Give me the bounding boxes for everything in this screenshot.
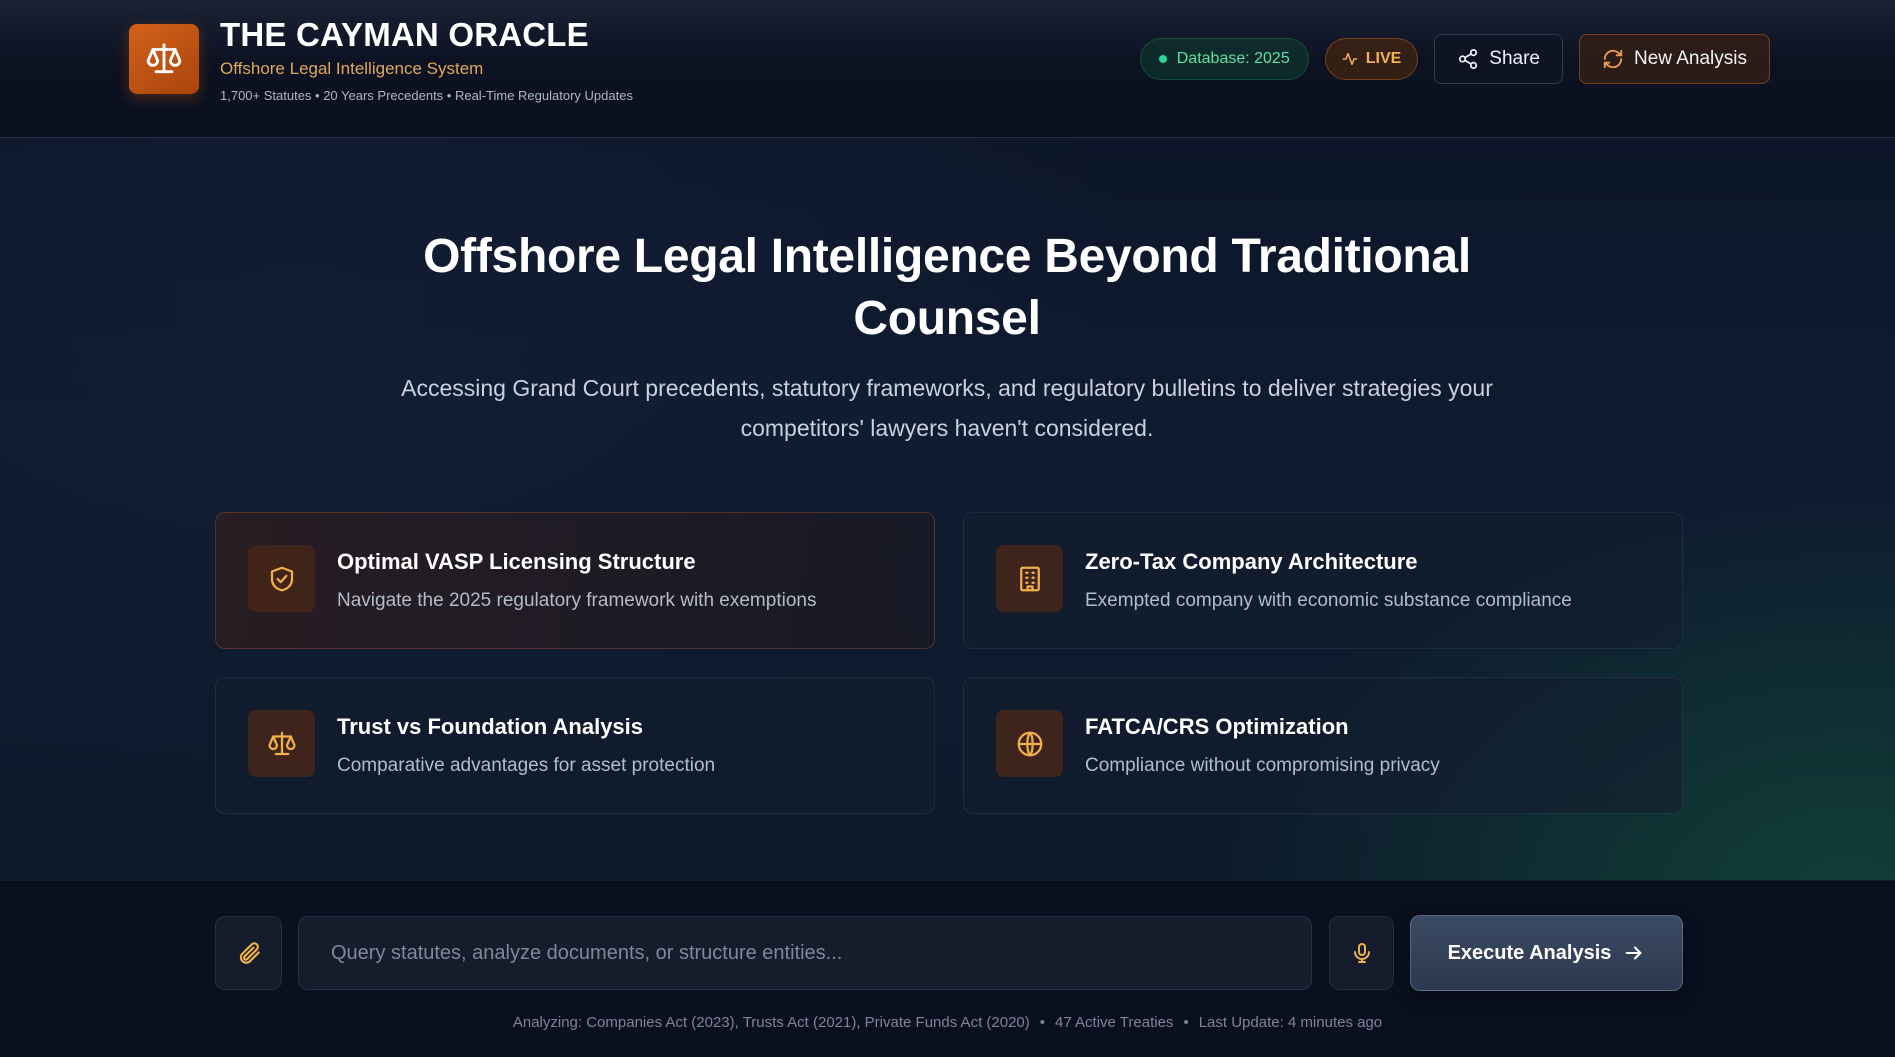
share-icon <box>1457 48 1479 70</box>
status-dot-icon <box>1158 55 1167 63</box>
scales-icon <box>145 40 183 78</box>
card-title: Trust vs Foundation Analysis <box>337 714 644 739</box>
card-title: Optimal VASP Licensing Structure <box>337 549 696 574</box>
card-description: Exempted company with economic substance… <box>1085 590 1572 611</box>
shield-check-icon <box>267 564 297 594</box>
live-badge: LIVE <box>1324 38 1419 80</box>
suggestion-card-fatca-crs[interactable]: FATCA/CRS Optimization Compliance withou… <box>963 677 1683 814</box>
execute-analysis-button[interactable]: Execute Analysis <box>1410 915 1683 991</box>
card-icon-box <box>996 710 1063 777</box>
arrow-right-icon <box>1623 942 1645 964</box>
building-icon <box>1015 564 1045 594</box>
hero-subtitle: Accessing Grand Court precedents, statut… <box>401 375 1493 441</box>
share-button[interactable]: Share <box>1434 34 1563 84</box>
database-badge: Database: 2025 <box>1139 38 1309 80</box>
suggestion-card-trust-foundation[interactable]: Trust vs Foundation Analysis Comparative… <box>215 677 935 814</box>
paperclip-icon <box>236 940 262 966</box>
status-last-update: Last Update: 4 minutes ago <box>1198 1014 1383 1031</box>
app-subtitle: Offshore Legal Intelligence System <box>220 59 484 78</box>
top-header: THE CAYMAN ORACLE Offshore Legal Intelli… <box>0 0 1895 138</box>
card-title: Zero-Tax Company Architecture <box>1085 549 1418 574</box>
card-title: FATCA/CRS Optimization <box>1085 714 1349 739</box>
status-line: Analyzing: Companies Act (2023), Trusts … <box>0 1014 1895 1031</box>
microphone-icon <box>1350 941 1374 965</box>
scales-icon <box>267 729 297 759</box>
query-input[interactable] <box>298 916 1312 990</box>
app-meta: 1,700+ Statutes • 20 Years Precedents • … <box>220 88 633 103</box>
execute-analysis-label: Execute Analysis <box>1447 941 1612 964</box>
live-badge-label: LIVE <box>1365 50 1402 67</box>
card-icon-box <box>248 710 315 777</box>
globe-icon <box>1015 729 1045 759</box>
new-analysis-button-label: New Analysis <box>1634 48 1747 69</box>
attach-button[interactable] <box>215 916 282 990</box>
status-analyzing: Analyzing: Companies Act (2023), Trusts … <box>512 1014 1030 1031</box>
app-root: THE CAYMAN ORACLE Offshore Legal Intelli… <box>0 0 1895 1057</box>
card-icon-box <box>996 545 1063 612</box>
card-description: Comparative advantages for asset protect… <box>337 755 716 776</box>
suggestion-card-zero-tax[interactable]: Zero-Tax Company Architecture Exempted c… <box>963 512 1683 649</box>
app-title: THE CAYMAN ORACLE <box>220 16 589 53</box>
card-description: Navigate the 2025 regulatory framework w… <box>337 590 817 611</box>
voice-input-button[interactable] <box>1329 916 1394 990</box>
status-separator: • <box>1039 1014 1046 1031</box>
activity-icon <box>1342 51 1358 67</box>
hero-title: Offshore Legal Intelligence Beyond Tradi… <box>423 230 1471 345</box>
refresh-icon <box>1602 48 1624 70</box>
card-icon-box <box>248 545 315 612</box>
header-actions: Database: 2025 LIVE Share New Analysis <box>1139 34 1770 84</box>
status-treaties: 47 Active Treaties <box>1055 1014 1174 1031</box>
app-logo <box>129 24 199 94</box>
share-button-label: Share <box>1489 48 1540 69</box>
card-description: Compliance without compromising privacy <box>1085 755 1440 776</box>
suggestion-card-vasp[interactable]: Optimal VASP Licensing Structure Navigat… <box>215 512 935 649</box>
status-separator: • <box>1183 1014 1189 1031</box>
composer-bar: Execute Analysis Analyzing: Companies Ac… <box>0 880 1895 1057</box>
new-analysis-button[interactable]: New Analysis <box>1579 34 1770 84</box>
database-badge-label: Database: 2025 <box>1176 50 1290 67</box>
